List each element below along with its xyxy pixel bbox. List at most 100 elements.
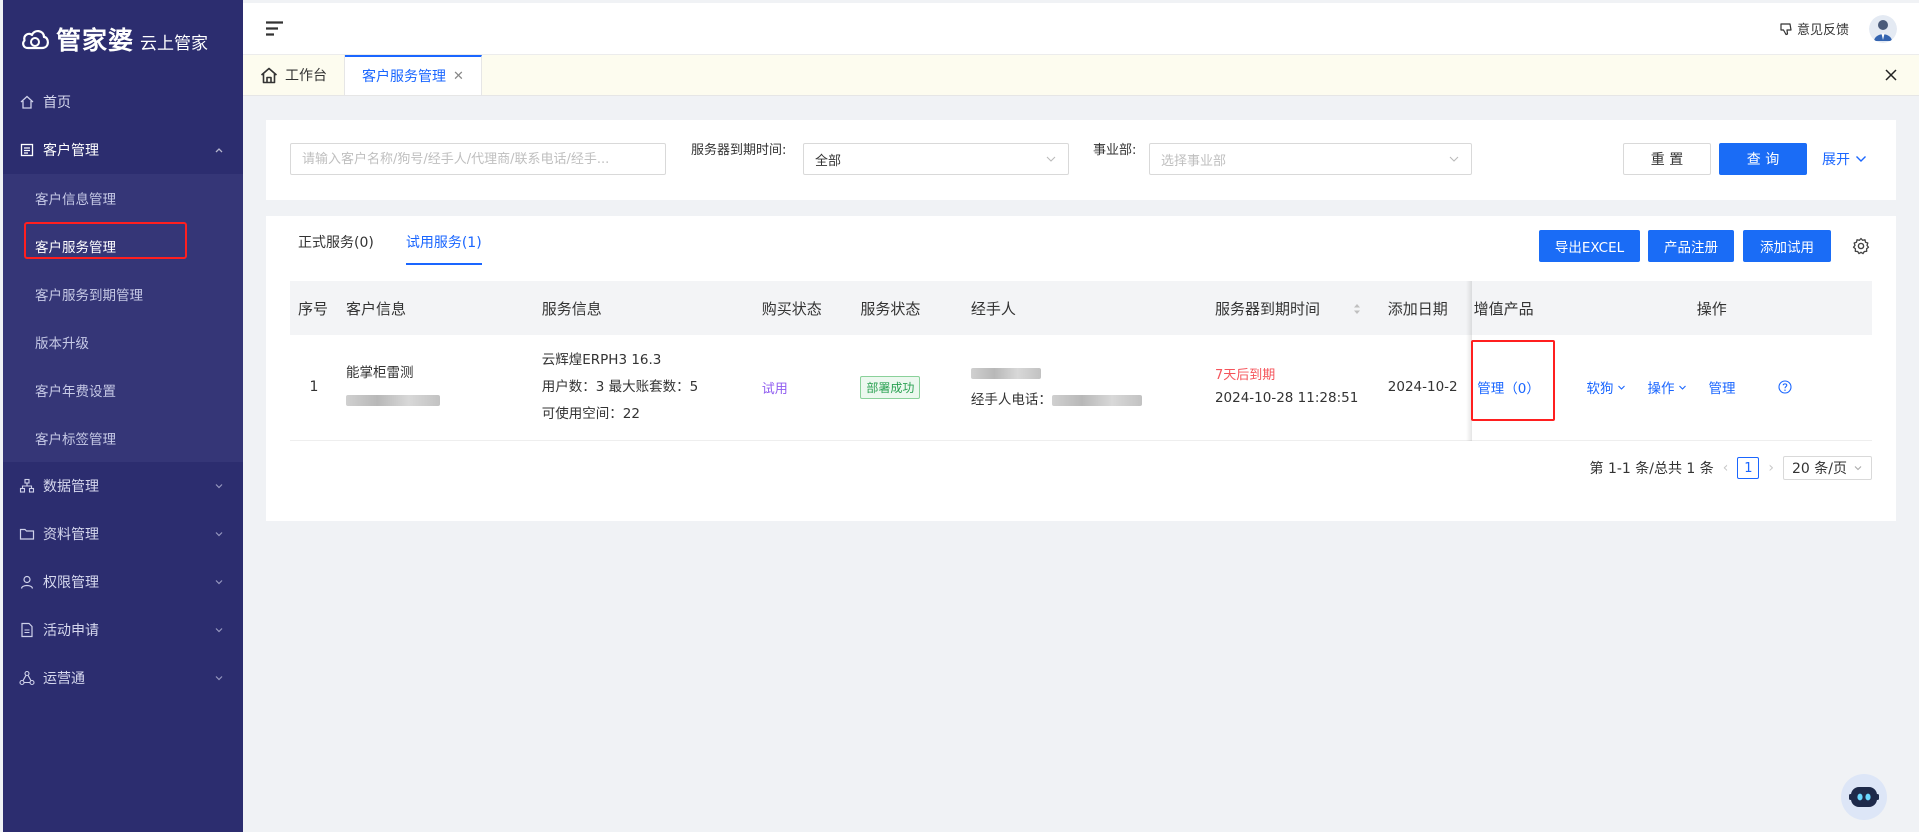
sidebar-item-material-mgmt[interactable]: 资料管理 [3,510,243,558]
chevron-down-icon [215,580,223,585]
chevron-down-icon [1449,156,1459,162]
cloud-logo-icon [22,30,49,50]
brand-logo[interactable]: 管家婆 云上管家 [3,0,243,78]
sidebar-item-customer-mgmt[interactable]: 客户管理 [3,126,243,174]
sidebar-item-data-mgmt[interactable]: 数据管理 [3,462,243,510]
page-size-select[interactable]: 20 条/页 [1783,456,1872,480]
page-size-value: 20 条/页 [1792,461,1847,477]
home-icon [20,95,34,109]
feedback-link[interactable]: 意见反馈 [1779,19,1849,38]
sidebar-item-label: 运营通 [43,671,85,687]
next-page-icon[interactable]: › [1768,460,1774,476]
chatbot-button[interactable] [1841,774,1887,820]
reset-button[interactable]: 重 置 [1623,143,1711,175]
query-button[interactable]: 查 询 [1719,143,1807,175]
chevron-down-icon [215,484,223,489]
customer-code-redacted [345,387,526,414]
tab-customer-service[interactable]: 客户服务管理 ✕ [345,55,482,95]
service-type-tabs: 正式服务(0) 试用服务(1) [298,232,482,265]
keyword-search-input[interactable] [290,143,666,175]
sidebar-item-home[interactable]: 首页 [3,78,243,126]
sidebar-menu: 首页 客户管理 客户信息管理 客户服务管理 客户服务到期管理 版本升级 客户年费… [3,78,243,702]
col-added-header: 添加日期 [1379,281,1466,335]
chevron-down-icon [215,628,223,633]
tab-formal-service[interactable]: 正式服务(0) [298,232,374,265]
list-panel: 正式服务(0) 试用服务(1) 导出EXCEL 产品注册 添加试用 序号 客户信… [266,216,1896,521]
folder-icon [19,528,35,540]
service-cell: 云辉煌ERPH3 16.3 用户数：3 最大账套数：5 可使用空间：22 [533,335,754,441]
sidebar-item-annual-fee[interactable]: 客户年费设置 [3,366,243,414]
prev-page-icon[interactable]: ‹ [1723,460,1729,476]
sidebar-item-label: 客户标签管理 [35,432,116,448]
gear-icon[interactable] [1852,237,1870,255]
page-tabs: 工作台 客户服务管理 ✕ [243,55,1919,96]
handler-cell: 经手人电话： [962,335,1207,441]
sidebar-item-service-expiry[interactable]: 客户服务到期管理 [3,270,243,318]
col-ops-header: 操作 [1551,281,1872,335]
product-register-button[interactable]: 产品注册 [1648,230,1734,262]
sidebar-item-customer-service[interactable]: 客户服务管理 [3,222,243,270]
chevron-up-icon [215,148,223,153]
user-avatar-icon [1869,14,1897,43]
service-product: 云辉煌ERPH3 16.3 [541,351,662,368]
chevron-down-icon [1854,466,1862,471]
sort-icon[interactable] [1353,303,1361,315]
expire-time: 2024-10-28 11:28:51 [1214,390,1359,407]
sidebar-item-label: 资料管理 [43,527,99,543]
softdog-dropdown[interactable]: 软狗 [1587,377,1626,397]
org-icon [19,478,35,493]
tab-trial-service[interactable]: 试用服务(1) [405,232,482,265]
sidebar-item-label: 客户服务管理 [35,240,116,256]
expand-filters-link[interactable]: 展开 [1822,149,1867,169]
softdog-label: 软狗 [1586,381,1614,398]
search-panel: 服务器到期时间: 全部 事业部: 选择事业部 重 置 查 询 展开 [266,120,1896,200]
col-service-status-header: 服务状态 [852,281,963,335]
sidebar-item-operations[interactable]: 运营通 [3,654,243,702]
sidebar-item-version-upgrade[interactable]: 版本升级 [3,318,243,366]
service-space: 可使用空间：22 [541,405,640,422]
close-icon[interactable]: ✕ [453,69,464,84]
sidebar-item-permission-mgmt[interactable]: 权限管理 [3,558,243,606]
export-excel-button[interactable]: 导出EXCEL [1539,230,1640,262]
close-all-tabs-button[interactable] [1863,55,1919,95]
manage-link[interactable]: 管理 [1709,377,1736,397]
avatar[interactable] [1869,14,1897,43]
tab-workbench[interactable]: 工作台 [243,55,345,95]
thumbs-down-icon [1780,22,1792,35]
sidebar-item-label: 活动申请 [43,623,99,639]
handler-name-redacted [970,360,1199,387]
sidebar-item-customer-info[interactable]: 客户信息管理 [3,174,243,222]
close-icon [1885,69,1897,81]
page-number[interactable]: 1 [1737,457,1760,479]
expire-filter-select[interactable]: 全部 [803,143,1069,175]
help-circle-icon[interactable] [1777,380,1792,394]
chevron-down-icon [1856,156,1866,162]
add-trial-button[interactable]: 添加试用 [1743,230,1831,262]
dept-filter-select[interactable]: 选择事业部 [1149,143,1472,175]
table-header-row: 序号 客户信息 服务信息 购买状态 服务状态 经手人 服务器到期时间 添加日期 … [290,281,1872,335]
sidebar-item-activity-apply[interactable]: 活动申请 [3,606,243,654]
document-icon [21,622,33,638]
network-icon [19,670,35,686]
list-box-icon [20,143,34,157]
added-date-cell: 2024-10-2 [1379,335,1466,441]
chevron-down-icon [1617,385,1625,390]
menu-toggle-icon[interactable] [265,20,284,37]
col-expire-label: 服务器到期时间 [1214,299,1320,318]
expand-label: 展开 [1822,152,1850,168]
pagination-summary: 第 1-1 条/总共 1 条 [1589,461,1714,477]
tab-label: 工作台 [285,68,327,84]
service-users: 用户数：3 最大账套数：5 [541,378,699,395]
handler-phone-label: 经手人电话： [970,392,1052,409]
operate-dropdown[interactable]: 操作 [1648,377,1687,397]
sidebar-item-customer-tags[interactable]: 客户标签管理 [3,414,243,462]
value-added-manage-link[interactable]: 管理（0） [1477,377,1540,397]
table-row: 1 能掌柜雷测 云辉煌ERPH3 16.3 用户数：3 最大账套数：5 可使用空… [290,335,1872,441]
robot-icon [1849,787,1879,807]
customer-cell: 能掌柜雷测 [337,335,534,441]
brand-subtitle: 云上管家 [140,33,209,54]
sidebar: 管家婆 云上管家 首页 客户管理 客户信息管理 客户服务管理 客户服务到期管理 … [3,0,243,832]
col-expire-header[interactable]: 服务器到期时间 [1206,281,1380,335]
col-service-header: 服务信息 [533,281,754,335]
sidebar-item-label: 数据管理 [43,479,99,495]
